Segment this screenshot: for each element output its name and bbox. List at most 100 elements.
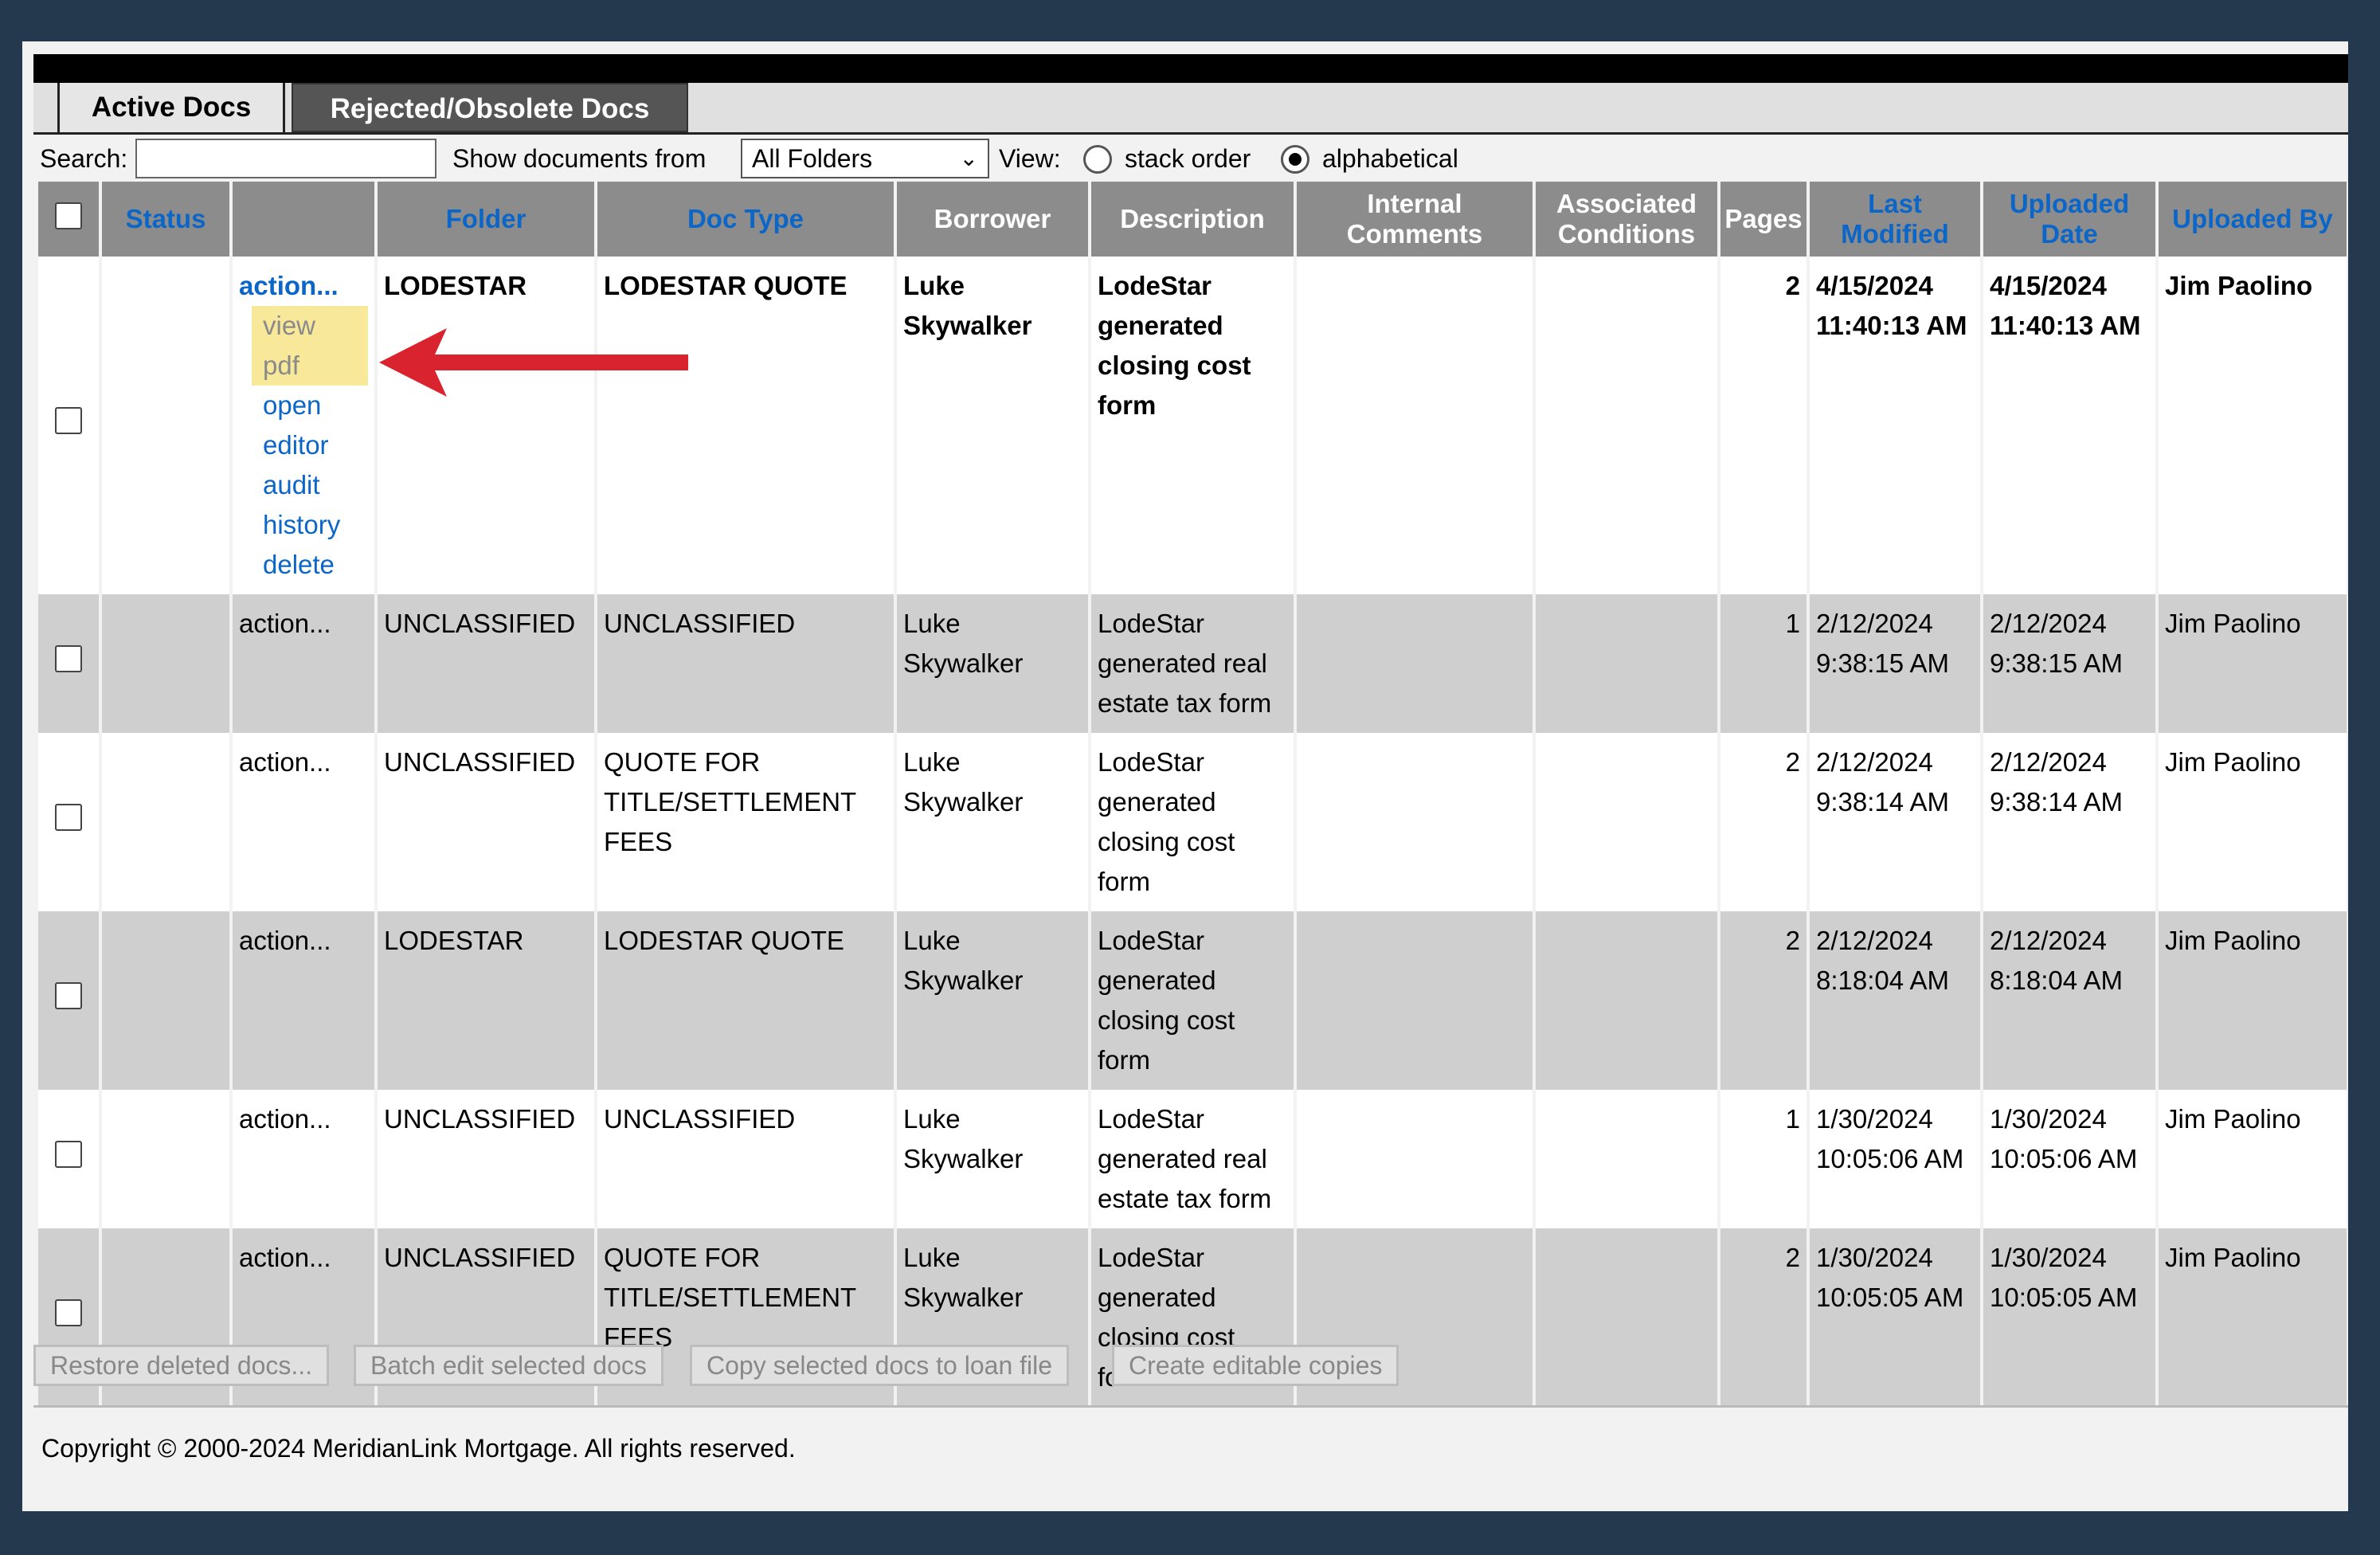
chevron-down-icon: ⌄ [959,146,978,170]
table-header-row: Status Folder Doc Type Borrower Descript… [38,182,2347,257]
description-cell: LodeStar generated closing cost form [1091,257,1294,594]
col-doc-type[interactable]: Doc Type [597,182,894,257]
tab-active-docs[interactable]: Active Docs [57,83,285,132]
last-modified-cell: 1/30/2024 10:05:06 AM [1810,1090,1980,1228]
doc-type-cell: UNCLASSIFIED [597,1090,894,1228]
pages-cell: 2 [1720,911,1807,1090]
associated-conditions-cell [1536,1090,1717,1228]
description-cell: LodeStar generated real estate tax form [1091,594,1294,733]
action-menu-link[interactable]: action... [233,733,374,911]
copy-selected-docs-button[interactable]: Copy selected docs to loan file [690,1345,1070,1386]
row-select-cell [38,911,99,1090]
menu-item-open[interactable]: open [263,386,368,425]
col-description: Description [1091,182,1294,257]
doc-type-cell: LODESTAR QUOTE [597,257,894,594]
uploaded-by-cell: Jim Paolino [2159,911,2347,1090]
uploaded-by-cell: Jim Paolino [2159,594,2347,733]
stack-order-label: stack order [1125,144,1251,173]
search-input[interactable] [135,139,436,178]
col-last-modified[interactable]: Last Modified [1810,182,1980,257]
folder-select-value: All Folders [752,144,873,173]
doc-type-cell: LODESTAR QUOTE [597,911,894,1090]
last-modified-cell: 2/12/2024 8:18:04 AM [1810,911,1980,1090]
status-cell [102,257,229,594]
col-actions [233,182,374,257]
internal-comments-cell [1297,733,1533,911]
row-checkbox[interactable] [55,982,82,1009]
radio-alphabetical[interactable] [1281,145,1309,174]
col-borrower: Borrower [897,182,1088,257]
internal-comments-cell [1297,594,1533,733]
internal-comments-cell [1297,257,1533,594]
row-checkbox[interactable] [55,1299,82,1326]
pages-cell: 2 [1720,733,1807,911]
pages-cell: 1 [1720,1090,1807,1228]
col-status[interactable]: Status [102,182,229,257]
footer-divider [33,1405,2348,1408]
tab-rejected-obsolete-docs[interactable]: Rejected/Obsolete Docs [292,83,688,132]
menu-item-view-pdf[interactable]: view pdf [252,306,368,386]
action-menu-link[interactable]: action... [233,1090,374,1228]
description-cell: LodeStar generated real estate tax form [1091,1090,1294,1228]
table-row: action... view pdf open editor audit his… [38,257,2347,594]
action-cell: action... view pdf open editor audit his… [233,257,374,594]
uploaded-date-cell: 1/30/2024 10:05:06 AM [1983,1090,2155,1228]
batch-edit-selected-docs-button[interactable]: Batch edit selected docs [354,1345,664,1386]
col-uploaded-by[interactable]: Uploaded By [2159,182,2347,257]
associated-conditions-cell [1536,733,1717,911]
tab-bar: Active Docs Rejected/Obsolete Docs [33,83,2348,135]
uploaded-by-cell: Jim Paolino [2159,1090,2347,1228]
associated-conditions-cell [1536,911,1717,1090]
select-all-checkbox[interactable] [55,202,82,229]
restore-deleted-docs-button[interactable]: Restore deleted docs... [33,1345,330,1386]
menu-item-delete[interactable]: delete [263,545,368,585]
pages-cell: 2 [1720,257,1807,594]
description-cell: LodeStar generated closing cost form [1091,733,1294,911]
last-modified-cell: 2/12/2024 9:38:15 AM [1810,594,1980,733]
borrower-cell: Luke Skywalker [897,911,1088,1090]
description-cell: LodeStar generated closing cost form [1091,911,1294,1090]
document-list-page: Active Docs Rejected/Obsolete Docs Searc… [22,41,2348,1511]
menu-item-history[interactable]: history [263,505,368,545]
row-checkbox[interactable] [55,407,82,434]
borrower-cell: Luke Skywalker [897,733,1088,911]
borrower-cell: Luke Skywalker [897,1090,1088,1228]
doc-type-cell: QUOTE FOR TITLE/SETTLEMENT FEES [597,733,894,911]
status-cell [102,733,229,911]
menu-item-audit[interactable]: audit [263,465,368,505]
view-label: View: [999,144,1061,173]
uploaded-by-cell: Jim Paolino [2159,257,2347,594]
radio-stack-order[interactable] [1083,145,1112,174]
top-bar [33,54,2348,83]
last-modified-cell: 1/30/2024 10:05:05 AM [1810,1228,1980,1407]
col-folder[interactable]: Folder [378,182,594,257]
action-menu-link[interactable]: action... [233,911,374,1090]
folder-cell: LODESTAR [378,257,594,594]
associated-conditions-cell [1536,594,1717,733]
table-row: action... UNCLASSIFIED QUOTE FOR TITLE/S… [38,733,2347,911]
copyright-text: Copyright © 2000-2024 MeridianLink Mortg… [41,1434,796,1463]
last-modified-cell: 2/12/2024 9:38:14 AM [1810,733,1980,911]
folder-cell: UNCLASSIFIED [378,1090,594,1228]
action-menu-link[interactable]: action... [233,594,374,733]
folder-cell: LODESTAR [378,911,594,1090]
row-checkbox[interactable] [55,1141,82,1168]
pages-cell: 2 [1720,1228,1807,1407]
table-row: action... LODESTAR LODESTAR QUOTE Luke S… [38,911,2347,1090]
row-select-cell [38,733,99,911]
uploaded-date-cell: 4/15/2024 11:40:13 AM [1983,257,2155,594]
create-editable-copies-button[interactable]: Create editable copies [1112,1345,1399,1386]
alphabetical-label: alphabetical [1322,144,1458,173]
status-cell [102,594,229,733]
col-uploaded-date[interactable]: Uploaded Date [1983,182,2155,257]
internal-comments-cell [1297,911,1533,1090]
row-checkbox[interactable] [55,645,82,672]
search-label: Search: [40,144,128,173]
folder-select[interactable]: All Folders ⌄ [741,139,989,178]
col-internal-comments: Internal Comments [1297,182,1533,257]
last-modified-cell: 4/15/2024 11:40:13 AM [1810,257,1980,594]
menu-item-editor[interactable]: editor [263,425,368,465]
pages-cell: 1 [1720,594,1807,733]
row-checkbox[interactable] [55,804,82,831]
action-menu-link[interactable]: action... [239,266,368,306]
